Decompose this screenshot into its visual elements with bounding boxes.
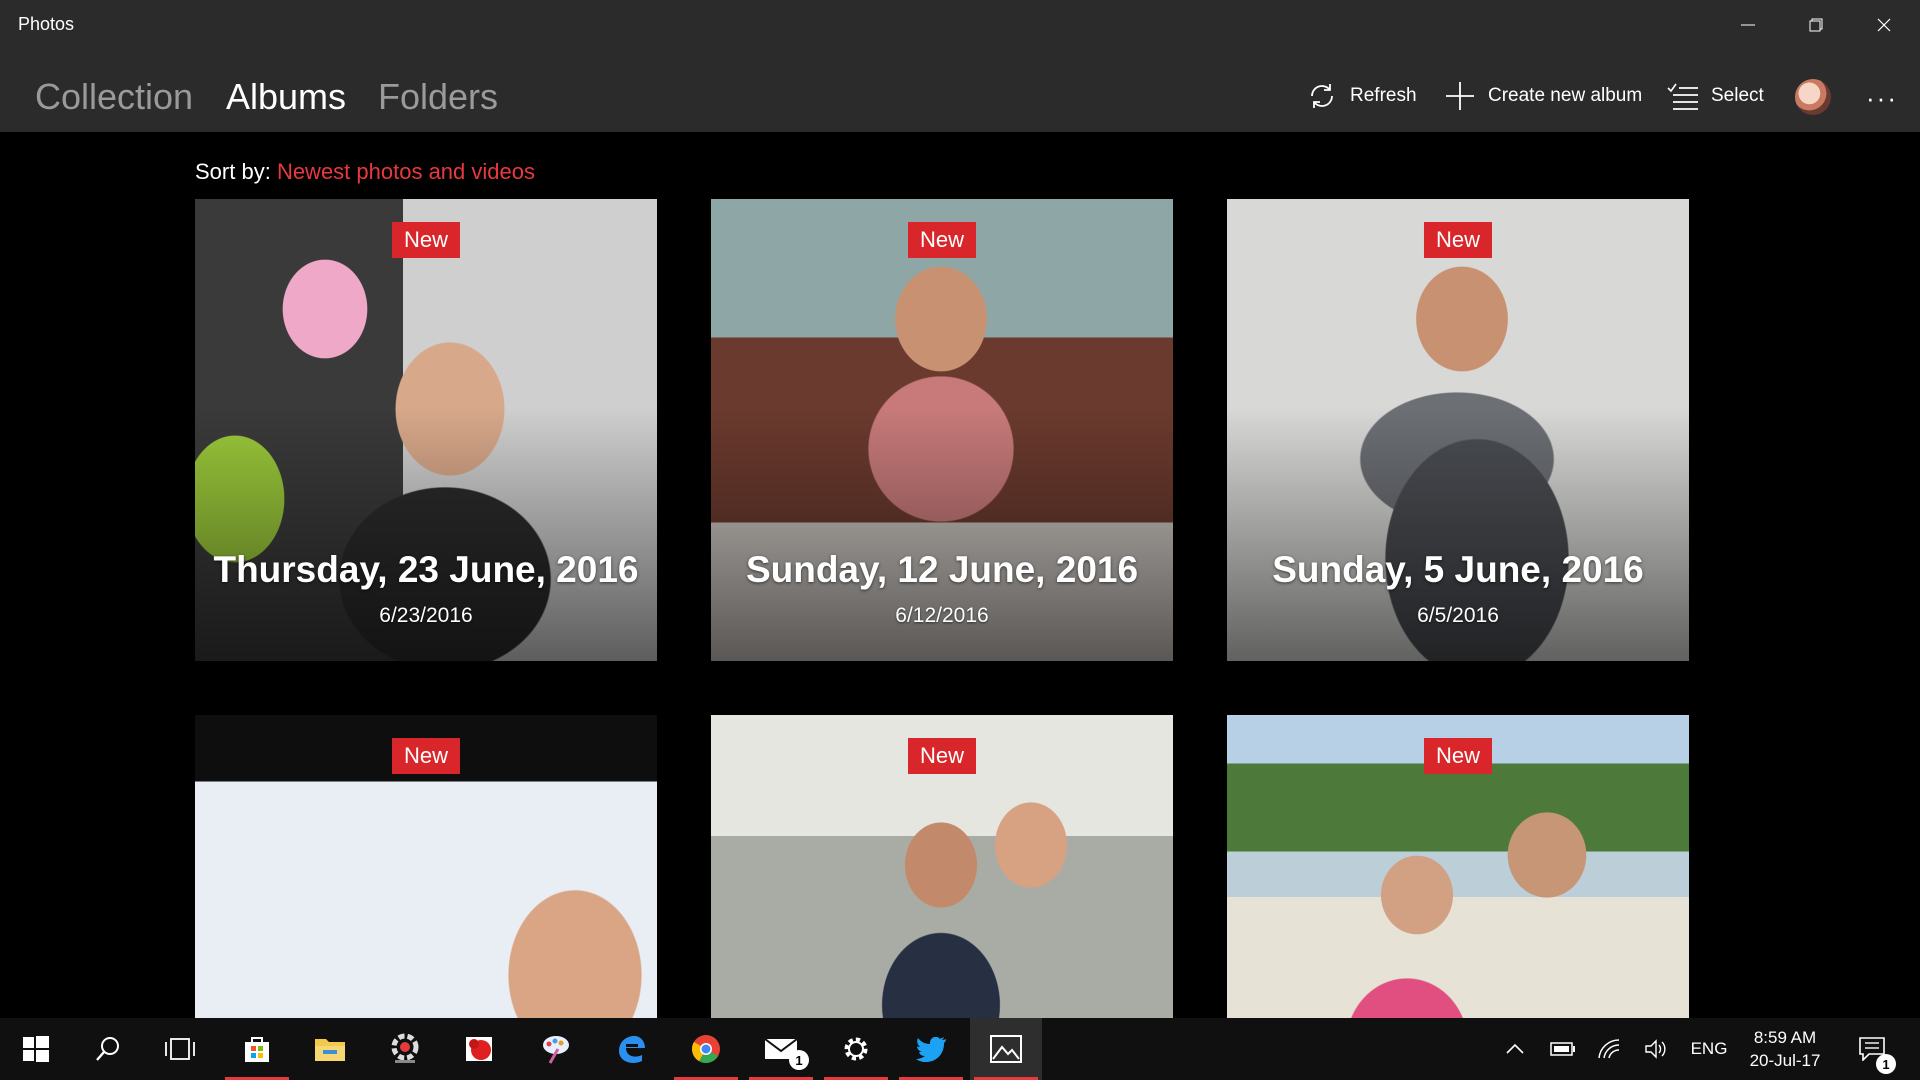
clock[interactable]: 8:59 AM 20-Jul-17 — [1740, 1026, 1830, 1072]
new-badge: New — [391, 222, 461, 258]
store-icon — [245, 1037, 269, 1062]
action-center-button[interactable]: 1 — [1852, 1018, 1896, 1080]
paint-app-icon — [543, 1036, 569, 1064]
battery-button[interactable] — [1545, 1018, 1581, 1080]
select-label: Select — [1711, 85, 1764, 106]
photos-icon — [990, 1035, 1022, 1063]
album-card[interactable]: New Sunday, 12 June, 2016 6/12/2016 — [711, 199, 1173, 661]
task-view-button[interactable] — [144, 1018, 216, 1080]
select-button[interactable]: Select — [1667, 76, 1764, 116]
network-button[interactable] — [1592, 1018, 1628, 1080]
album-title: Sunday, 12 June, 2016 — [745, 549, 1139, 590]
taskbar-paint-app[interactable] — [520, 1018, 592, 1080]
start-icon — [23, 1036, 49, 1062]
new-badge: New — [907, 222, 977, 258]
clock-date: 20-Jul-17 — [1749, 1051, 1821, 1070]
tab-albums[interactable]: Albums — [226, 76, 346, 118]
show-hidden-icons-button[interactable] — [1500, 1018, 1530, 1080]
more-options-button[interactable]: ··· — [1862, 78, 1902, 118]
restore-button[interactable] — [1782, 0, 1850, 50]
sort-dropdown[interactable]: Newest photos and videos — [277, 159, 535, 184]
album-date: 6/5/2016 — [1417, 604, 1499, 627]
album-card[interactable]: New — [195, 715, 657, 1018]
tab-collection[interactable]: Collection — [35, 76, 193, 118]
notification-count-badge: 1 — [1876, 1054, 1896, 1074]
red-app-icon — [466, 1037, 492, 1061]
taskbar-chrome[interactable] — [670, 1018, 742, 1080]
sort-label: Sort by: — [195, 159, 271, 184]
plus-icon — [1446, 82, 1474, 110]
volume-button[interactable] — [1638, 1018, 1674, 1080]
select-list-icon — [1667, 83, 1698, 110]
album-title: Sunday, 5 June, 2016 — [1272, 549, 1644, 590]
tab-folders[interactable]: Folders — [378, 76, 498, 118]
taskbar-photos[interactable] — [970, 1018, 1042, 1080]
refresh-label: Refresh — [1350, 85, 1417, 106]
album-date: 6/23/2016 — [379, 604, 473, 627]
battery-icon — [1550, 1042, 1575, 1056]
sort-control: Sort by: Newest photos and videos — [195, 159, 535, 185]
edge-icon — [619, 1036, 645, 1063]
chrome-icon — [692, 1035, 720, 1063]
volume-icon — [1645, 1039, 1666, 1059]
close-icon — [1877, 18, 1891, 32]
search-icon — [96, 1037, 119, 1061]
new-badge: New — [1423, 222, 1493, 258]
taskbar-settings[interactable] — [820, 1018, 892, 1080]
mail-count-badge: 1 — [789, 1050, 809, 1070]
nav-bar: Collection Albums Folders Refresh Create… — [0, 50, 1920, 132]
album-card[interactable]: New Thursday, 23 June, 2016 6/23/2016 — [195, 199, 657, 661]
settings-icon — [844, 1037, 868, 1061]
taskbar-photoscape[interactable] — [369, 1018, 441, 1080]
refresh-icon — [1311, 84, 1333, 108]
file-explorer-icon — [315, 1039, 345, 1061]
new-badge: New — [1423, 738, 1493, 774]
input-language-indicator[interactable]: ENG — [1684, 1018, 1734, 1080]
clock-time: 8:59 AM — [1753, 1028, 1817, 1047]
chevron-up-icon — [1506, 1043, 1524, 1054]
minimize-icon — [1741, 24, 1755, 26]
account-avatar[interactable] — [1795, 79, 1831, 115]
photoscape-icon — [391, 1033, 419, 1063]
taskbar-file-explorer[interactable] — [294, 1018, 366, 1080]
create-album-button[interactable]: Create new album — [1444, 76, 1642, 116]
minimize-button[interactable] — [1714, 0, 1782, 50]
album-date: 6/12/2016 — [895, 604, 989, 627]
album-title: Thursday, 23 June, 2016 — [213, 549, 639, 590]
taskbar-store[interactable] — [221, 1018, 293, 1080]
taskbar-red-app[interactable] — [444, 1018, 516, 1080]
taskbar: 1 ENG 8:59 AM 20-Jul-17 1 — [0, 1018, 1920, 1080]
twitter-icon — [916, 1037, 946, 1062]
new-badge: New — [907, 738, 977, 774]
new-badge: New — [391, 738, 461, 774]
refresh-button[interactable]: Refresh — [1306, 76, 1417, 116]
album-card[interactable]: New Sunday, 5 June, 2016 6/5/2016 — [1227, 199, 1689, 661]
title-bar: Photos — [0, 0, 1920, 50]
create-album-label: Create new album — [1488, 85, 1643, 106]
start-button[interactable] — [0, 1018, 72, 1080]
search-button[interactable] — [72, 1018, 144, 1080]
app-title: Photos — [18, 14, 75, 34]
album-card[interactable]: New — [711, 715, 1173, 1018]
restore-icon — [1809, 18, 1823, 32]
task-view-icon — [165, 1038, 195, 1060]
close-button[interactable] — [1850, 0, 1918, 50]
taskbar-twitter[interactable] — [895, 1018, 967, 1080]
taskbar-edge[interactable] — [595, 1018, 667, 1080]
wifi-icon — [1598, 1039, 1620, 1059]
album-card[interactable]: New — [1227, 715, 1689, 1018]
taskbar-mail[interactable]: 1 — [745, 1018, 817, 1080]
